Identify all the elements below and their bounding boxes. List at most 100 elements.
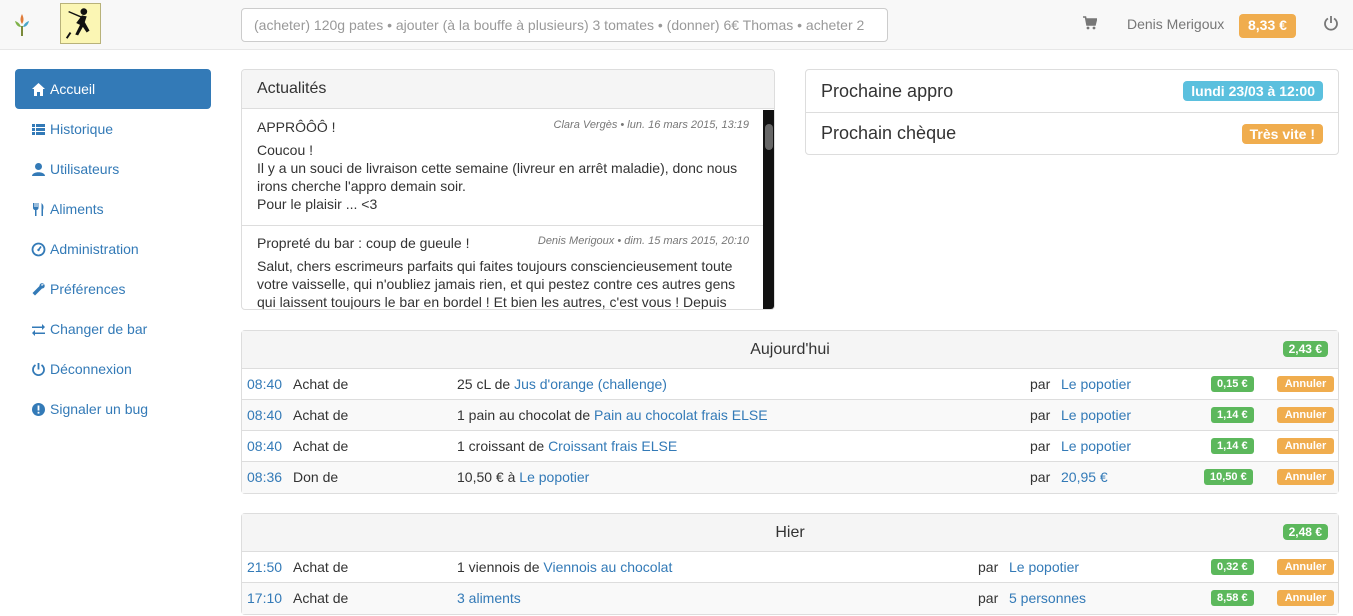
next-appro-row: Prochaine appro lundi 23/03 à 12:00 <box>806 70 1338 112</box>
table-row: 08:40 Achat de 1 croissant de Croissant … <box>242 431 1338 462</box>
sidebar-item-changer-de-bar[interactable]: Changer de bar <box>15 309 211 349</box>
brand-logo[interactable] <box>12 12 32 38</box>
tx-par: par <box>1030 438 1051 454</box>
tx-desc-prefix: 1 pain au chocolat de <box>457 407 594 423</box>
sidebar-item-label: Aliments <box>50 201 104 217</box>
tx-type: Achat de <box>293 438 349 454</box>
fencer-icon <box>65 8 90 39</box>
power-icon[interactable] <box>1323 15 1339 31</box>
tx-item-link[interactable]: 3 aliments <box>457 590 521 606</box>
news-panel-title: Actualités <box>242 70 774 109</box>
news-text: Salut, chers escrimeurs parfaits qui fai… <box>257 258 736 310</box>
next-cheque-label: Prochain chèque <box>821 123 957 143</box>
news-scrollbar[interactable] <box>763 110 774 309</box>
tx-description: 10,50 € à Le popotier <box>457 469 589 485</box>
tx-time-link[interactable]: 08:36 <box>247 469 282 485</box>
sidebar-item-accueil[interactable]: Accueil <box>15 69 211 109</box>
tx-item-link[interactable]: Viennois au chocolat <box>543 559 672 575</box>
today-transactions-panel: Aujourd'hui 2,43 € 08:40 Achat de 25 cL … <box>241 330 1339 494</box>
tx-description: 1 viennois de Viennois au chocolat <box>457 559 672 575</box>
sidebar-item-signaler-un-bug[interactable]: Signaler un bug <box>15 389 211 429</box>
sidebar-item-label: Utilisateurs <box>50 161 120 177</box>
tx-par: par <box>1030 407 1051 423</box>
cancel-button[interactable]: Annuler <box>1277 438 1334 454</box>
table-row: 08:36 Don de 10,50 € à Le popotier par 2… <box>242 462 1338 493</box>
tx-time-link[interactable]: 21:50 <box>247 559 282 575</box>
shopping-cart-icon[interactable] <box>1083 16 1097 30</box>
sidebar-item-label: Accueil <box>50 81 96 97</box>
tx-author-link[interactable]: Le popotier <box>1009 559 1079 575</box>
tx-author-link[interactable]: Le popotier <box>1061 376 1131 392</box>
tx-desc-prefix: 25 cL de <box>457 376 515 392</box>
user-name[interactable]: Denis Merigoux <box>1127 16 1224 32</box>
tx-amount-badge: 10,50 € <box>1204 469 1253 485</box>
sidebar-item-label: Changer de bar <box>50 321 148 337</box>
tx-amount-badge: 8,58 € <box>1211 590 1254 606</box>
sidebar-item-administration[interactable]: Administration <box>15 229 211 269</box>
wrench-icon <box>32 282 45 295</box>
tx-amount-badge: 1,14 € <box>1211 438 1254 454</box>
sidebar-item-deconnexion[interactable]: Déconnexion <box>15 349 211 389</box>
news-text: Coucou ! Il y a un souci de livraison ce… <box>257 142 738 212</box>
tx-item-link[interactable]: Jus d'orange (challenge) <box>514 376 667 392</box>
news-meta: Clara Vergès • lun. 16 mars 2015, 13:19 <box>553 119 749 131</box>
tx-author-link[interactable]: Le popotier <box>1061 438 1131 454</box>
sidebar-item-preferences[interactable]: Préférences <box>15 269 211 309</box>
sidebar-item-label: Administration <box>50 241 139 257</box>
tx-desc-prefix: 1 viennois de <box>457 559 544 575</box>
yesterday-heading: Hier 2,48 € <box>242 514 1338 552</box>
dashboard-icon <box>31 242 46 256</box>
tx-item-link[interactable]: Croissant frais ELSE <box>548 438 677 454</box>
news-item: APPRÔÔÔ ! Clara Vergès • lun. 16 mars 20… <box>242 110 763 226</box>
tx-author-link[interactable]: Le popotier <box>1061 407 1131 423</box>
sidebar-item-label: Historique <box>50 121 114 137</box>
tx-time-link[interactable]: 08:40 <box>247 376 282 392</box>
sidebar-item-historique[interactable]: Historique <box>15 109 211 149</box>
today-title: Aujourd'hui <box>750 341 830 358</box>
search-input[interactable] <box>241 8 888 42</box>
tx-amount-badge: 0,15 € <box>1211 376 1254 392</box>
cancel-button[interactable]: Annuler <box>1277 469 1334 485</box>
tx-time-link[interactable]: 17:10 <box>247 590 282 606</box>
tx-amount-badge: 0,32 € <box>1211 559 1254 575</box>
tx-par: par <box>1030 376 1051 392</box>
tx-description: 1 croissant de Croissant frais ELSE <box>457 438 677 454</box>
tx-desc-prefix: 10,50 € à <box>457 469 520 485</box>
next-appro-badge: lundi 23/03 à 12:00 <box>1183 81 1323 101</box>
cancel-button[interactable]: Annuler <box>1277 407 1334 423</box>
tx-time-link[interactable]: 08:40 <box>247 407 282 423</box>
tx-recipient-link[interactable]: Le popotier <box>519 469 589 485</box>
cancel-button[interactable]: Annuler <box>1277 559 1334 575</box>
news-panel: Actualités APPRÔÔÔ ! Clara Vergès • lun.… <box>241 69 775 310</box>
sidebar-item-label: Signaler un bug <box>50 401 149 417</box>
sidebar-item-aliments[interactable]: Aliments <box>15 189 211 229</box>
power-icon <box>32 362 45 376</box>
tx-author-link[interactable]: 20,95 € <box>1061 469 1108 485</box>
next-cheque-row: Prochain chèque Très vite ! <box>806 112 1338 154</box>
tx-item-link[interactable]: Pain au chocolat frais ELSE <box>594 407 768 423</box>
news-item: Propreté du bar : coup de gueule ! Denis… <box>242 226 763 310</box>
news-list[interactable]: APPRÔÔÔ ! Clara Vergès • lun. 16 mars 20… <box>242 110 763 310</box>
next-cheque-badge: Très vite ! <box>1241 123 1323 144</box>
exclamation-sign-icon <box>32 402 45 416</box>
today-heading: Aujourd'hui 2,43 € <box>242 331 1338 369</box>
cancel-button[interactable]: Annuler <box>1277 590 1334 606</box>
tx-type-link[interactable]: Achat de <box>293 590 348 606</box>
navbar: Denis Merigoux 8,33 € <box>0 0 1353 50</box>
sidebar-item-label: Préférences <box>50 281 126 297</box>
transfer-icon <box>32 323 45 336</box>
tx-time-link[interactable]: 08:40 <box>247 438 282 454</box>
sidebar: Accueil Historique Utilisateurs Aliments… <box>15 69 211 429</box>
bar-logo[interactable] <box>60 3 101 44</box>
cutlery-icon <box>33 202 44 216</box>
sidebar-item-label: Déconnexion <box>50 361 132 377</box>
cancel-button[interactable]: Annuler <box>1277 376 1334 392</box>
sidebar-item-utilisateurs[interactable]: Utilisateurs <box>15 149 211 189</box>
yesterday-total-badge: 2,48 € <box>1282 524 1328 540</box>
tx-author-link[interactable]: 5 personnes <box>1009 590 1086 606</box>
user-icon <box>32 162 45 176</box>
yesterday-transactions-panel: Hier 2,48 € 21:50 Achat de 1 viennois de… <box>241 513 1339 615</box>
balance-badge: 8,33 € <box>1239 14 1296 38</box>
scrollbar-thumb[interactable] <box>765 124 773 150</box>
news-meta: Denis Merigoux • dim. 15 mars 2015, 20:1… <box>537 235 749 247</box>
